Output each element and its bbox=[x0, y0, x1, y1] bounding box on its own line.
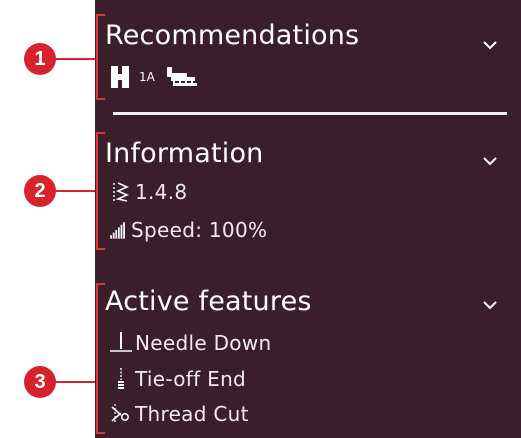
stitch-width-icon bbox=[113, 182, 129, 202]
stitch-setting-row: 1.4.8 bbox=[105, 180, 187, 204]
bracket-information bbox=[96, 132, 105, 250]
chevron-down-icon[interactable] bbox=[481, 152, 499, 170]
active-features-title: Active features bbox=[105, 286, 312, 317]
chevron-down-icon[interactable] bbox=[481, 296, 499, 314]
stabilizer-icon bbox=[166, 67, 197, 86]
active-feature-item: Thread Cut bbox=[105, 402, 249, 426]
callout-marker-1: 1 bbox=[24, 43, 56, 75]
thread-cut-icon bbox=[111, 404, 129, 424]
presser-foot-label: 1A bbox=[139, 70, 155, 84]
section-divider bbox=[113, 112, 507, 115]
information-title: Information bbox=[105, 138, 264, 169]
speed-value: Speed: 100% bbox=[131, 218, 268, 242]
thread-cut-label: Thread Cut bbox=[135, 402, 249, 426]
callout-marker-2: 2 bbox=[24, 175, 56, 207]
screenshot-stage: 1 2 3 Recommendations 1A Information 1.4… bbox=[0, 0, 521, 438]
callout-leader-1 bbox=[56, 58, 100, 60]
callout-leader-2 bbox=[56, 190, 100, 192]
active-feature-item: Needle Down bbox=[105, 331, 271, 355]
speed-icon bbox=[110, 222, 125, 239]
bracket-recommendations bbox=[96, 14, 105, 100]
active-feature-item: Tie-off End bbox=[105, 367, 246, 391]
speed-row: Speed: 100% bbox=[105, 218, 267, 242]
stitch-setting-value: 1.4.8 bbox=[135, 180, 188, 204]
tie-off-end-label: Tie-off End bbox=[135, 367, 247, 391]
callout-leader-3 bbox=[56, 381, 100, 383]
callout-marker-3: 3 bbox=[24, 366, 56, 398]
needle-down-icon bbox=[110, 332, 132, 352]
needle-down-label: Needle Down bbox=[135, 331, 272, 355]
bracket-active-features bbox=[96, 283, 105, 434]
recommendations-title: Recommendations bbox=[105, 20, 360, 51]
recommendations-row: 1A bbox=[109, 64, 199, 90]
tie-off-end-icon bbox=[118, 368, 124, 389]
presser-foot-icon bbox=[111, 66, 129, 88]
chevron-down-icon[interactable] bbox=[481, 36, 499, 54]
sewing-info-panel: Recommendations 1A Information 1.4.8 Spe… bbox=[95, 0, 521, 438]
